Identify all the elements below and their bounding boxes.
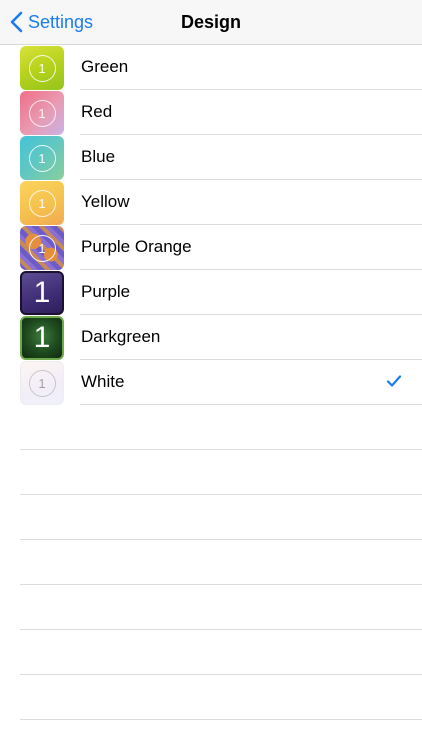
- design-row-purple-orange[interactable]: 1 Purple Orange: [20, 225, 422, 270]
- design-number: 1: [28, 144, 56, 172]
- purple-theme-icon: 1: [20, 271, 64, 315]
- navigation-bar: Settings Design: [0, 0, 422, 45]
- design-list: 1 Green 1 Red 1 Blue 1 Yellow 1 Purple O…: [0, 45, 422, 720]
- design-row-red[interactable]: 1 Red: [20, 90, 422, 135]
- design-number: 1: [33, 276, 51, 309]
- purple-orange-theme-icon: 1: [20, 226, 64, 270]
- chevron-left-icon: [10, 11, 23, 33]
- design-number: 1: [28, 189, 56, 217]
- design-row-yellow[interactable]: 1 Yellow: [20, 180, 422, 225]
- green-theme-icon: 1: [20, 46, 64, 90]
- design-row-green[interactable]: 1 Green: [20, 45, 422, 90]
- design-label: Purple Orange: [81, 237, 192, 256]
- back-button-label: Settings: [28, 11, 94, 32]
- design-label: Blue: [81, 147, 116, 166]
- design-number: 1: [28, 234, 56, 262]
- design-row-white[interactable]: 1 White: [20, 360, 422, 405]
- back-button[interactable]: Settings: [10, 0, 93, 44]
- design-label: Green: [81, 57, 129, 76]
- checkmark-icon: [386, 374, 402, 393]
- blue-theme-icon: 1: [20, 136, 64, 180]
- white-theme-icon: 1: [20, 361, 64, 405]
- design-label: White: [81, 372, 125, 391]
- yellow-theme-icon: 1: [20, 181, 64, 225]
- empty-row: [20, 630, 422, 675]
- design-row-darkgreen[interactable]: 1 Darkgreen: [20, 315, 422, 360]
- design-row-purple[interactable]: 1 Purple: [20, 270, 422, 315]
- design-row-blue[interactable]: 1 Blue: [20, 135, 422, 180]
- design-label: Darkgreen: [81, 327, 161, 346]
- design-label: Red: [81, 102, 113, 121]
- red-theme-icon: 1: [20, 91, 64, 135]
- empty-row: [20, 495, 422, 540]
- design-number: 1: [28, 99, 56, 127]
- empty-row: [20, 405, 422, 450]
- design-label: Yellow: [81, 192, 130, 211]
- design-number: 1: [28, 54, 56, 82]
- design-number: 1: [28, 369, 56, 397]
- empty-row: [20, 450, 422, 495]
- design-label: Purple: [81, 282, 131, 301]
- empty-row: [20, 585, 422, 630]
- empty-row: [20, 675, 422, 720]
- design-number: 1: [33, 321, 51, 354]
- darkgreen-theme-icon: 1: [20, 316, 64, 360]
- empty-row: [20, 540, 422, 585]
